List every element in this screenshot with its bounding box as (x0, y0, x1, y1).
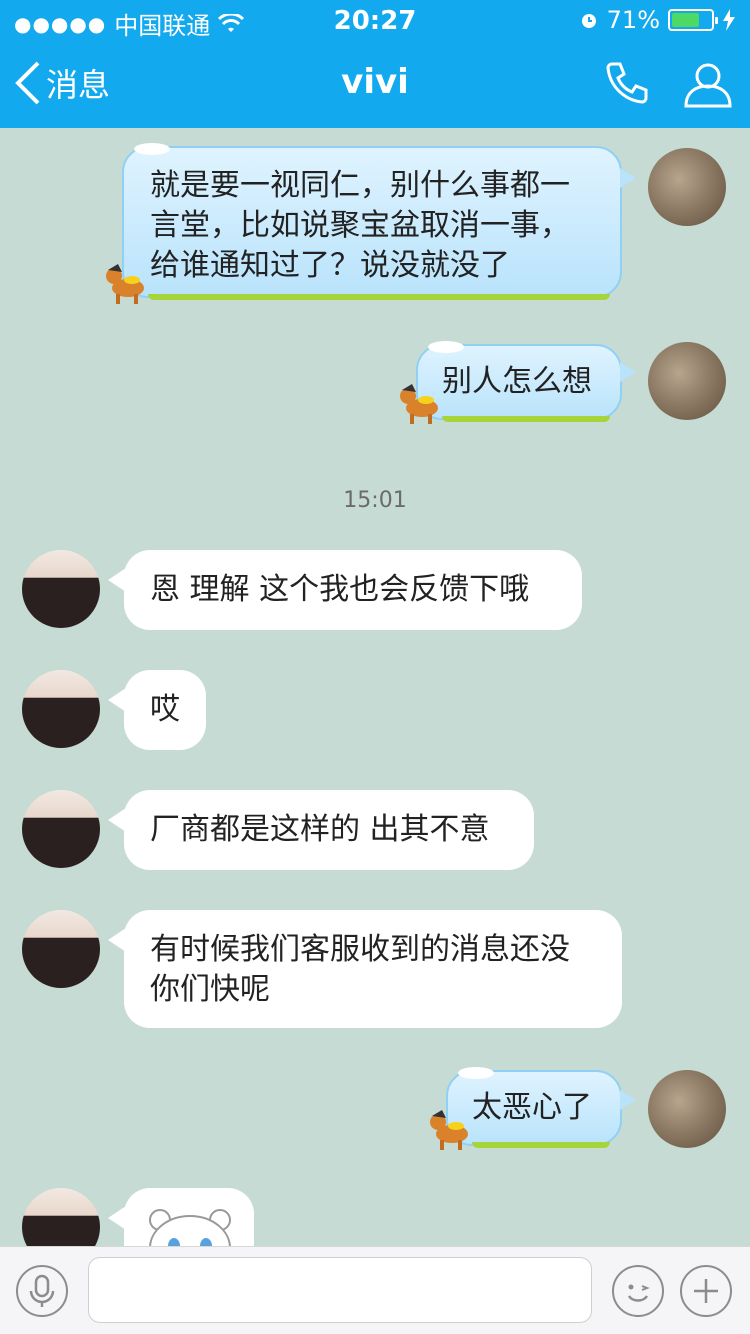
status-bar: ●●●●● 中国联通 20:27 71% (0, 0, 750, 40)
cloud-icon (428, 341, 464, 353)
horse-sticker-icon (106, 264, 144, 304)
top-bar: ●●●●● 中国联通 20:27 71% 消息 vivi (0, 0, 750, 128)
smiley-icon (627, 1284, 650, 1302)
voice-button[interactable] (16, 1265, 68, 1317)
message-text: 太恶心了 (472, 1090, 592, 1125)
contact-avatar[interactable] (22, 550, 100, 628)
plus-icon (694, 1279, 718, 1303)
bear-sticker-icon (149, 1209, 231, 1246)
timestamp: 15:01 (343, 488, 407, 513)
message-bubble-in[interactable]: 有时候我们客服收到的消息还没你们快呢 (124, 910, 622, 1028)
message-text: 有时候我们客服收到的消息还没你们快呢 (150, 932, 570, 1007)
chat-area[interactable]: 就是要一视同仁，别什么事都一言堂，比如说聚宝盆取消一事，给谁通知过了？说没就没了… (0, 128, 750, 1246)
contact-avatar[interactable] (22, 670, 100, 748)
profile-icon[interactable] (682, 58, 734, 110)
message-bubble-in[interactable]: 哎 (124, 670, 206, 750)
contact-avatar[interactable] (22, 1188, 100, 1246)
message-text: 恩 理解 这个我也会反馈下哦 (150, 572, 530, 607)
cloud-icon (458, 1067, 494, 1079)
microphone-icon (29, 1274, 55, 1307)
nav-bar: 消息 vivi (0, 40, 750, 128)
message-text: 厂商都是这样的 出其不意 (150, 812, 490, 847)
bubble-tail (620, 1090, 636, 1110)
battery-icon (668, 9, 718, 31)
horse-sticker-icon (430, 1110, 468, 1150)
message-bubble-out[interactable]: 就是要一视同仁，别什么事都一言堂，比如说聚宝盆取消一事，给谁通知过了？说没就没了 (122, 146, 622, 300)
status-right: 71% (579, 6, 736, 34)
message-text: 别人怎么想 (442, 364, 592, 399)
input-bar (0, 1246, 750, 1334)
my-avatar[interactable] (648, 148, 726, 226)
message-bubble-in[interactable]: 恩 理解 这个我也会反馈下哦 (124, 550, 582, 630)
my-avatar[interactable] (648, 1070, 726, 1148)
sticker-message[interactable] (124, 1188, 254, 1246)
contact-avatar[interactable] (22, 790, 100, 868)
phone-icon[interactable] (600, 58, 652, 110)
charging-bolt-icon (723, 9, 735, 31)
more-button[interactable] (680, 1265, 732, 1317)
contact-avatar[interactable] (22, 910, 100, 988)
message-input[interactable] (88, 1257, 592, 1323)
message-text: 哎 (150, 692, 180, 727)
my-avatar[interactable] (648, 342, 726, 420)
message-bubble-in[interactable]: 厂商都是这样的 出其不意 (124, 790, 534, 870)
alarm-icon (581, 14, 596, 28)
emoji-button[interactable] (612, 1265, 664, 1317)
message-bubble-out[interactable]: 别人怎么想 (416, 344, 622, 422)
message-text: 就是要一视同仁，别什么事都一言堂，比如说聚宝盆取消一事，给谁通知过了？说没就没了 (150, 168, 570, 283)
battery-fill (672, 13, 699, 27)
bubble-tail (620, 362, 636, 382)
cloud-icon (134, 143, 170, 155)
battery-percent: 71% (606, 6, 660, 34)
horse-sticker-icon (400, 384, 438, 424)
bubble-tail (620, 168, 636, 188)
